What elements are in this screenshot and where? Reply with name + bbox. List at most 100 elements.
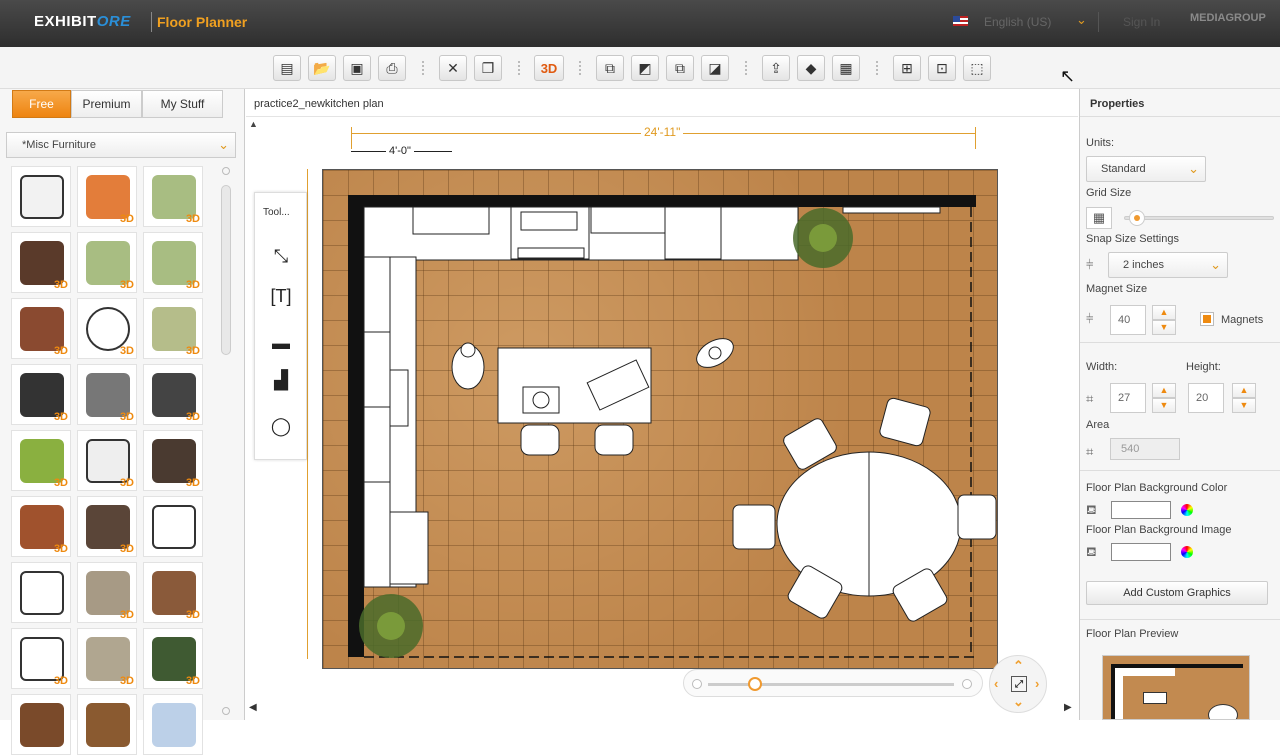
text-tool-button[interactable]: [T]: [263, 281, 299, 311]
chevron-down-icon[interactable]: ⌄: [1076, 12, 1087, 28]
furniture-item[interactable]: [11, 694, 71, 755]
send-to-back-button[interactable]: ◪: [701, 55, 729, 81]
increment-icon[interactable]: ▲: [1152, 383, 1176, 398]
pan-down-icon[interactable]: ⌄: [1013, 694, 1024, 710]
magnet-size-input[interactable]: 40: [1110, 305, 1146, 335]
wall-tool-button[interactable]: ▬: [263, 328, 299, 358]
width-input[interactable]: 27: [1110, 383, 1146, 413]
furniture-item[interactable]: 3D: [77, 628, 137, 689]
send-backward-button[interactable]: ⧉: [666, 55, 694, 81]
scroll-left-icon[interactable]: ◀: [249, 702, 257, 713]
height-stepper[interactable]: ▲ ▼: [1232, 383, 1256, 413]
furniture-item[interactable]: [11, 562, 71, 623]
decrement-icon[interactable]: ▼: [1152, 320, 1176, 335]
bring-forward-button[interactable]: ◩: [631, 55, 659, 81]
furniture-item[interactable]: 3D: [11, 364, 71, 425]
exhibitore-logo[interactable]: EXHIBITORE: [34, 13, 131, 30]
units-dropdown[interactable]: Standard ⌄: [1086, 156, 1206, 182]
furniture-item[interactable]: [11, 166, 71, 227]
decrement-icon[interactable]: ▼: [1152, 398, 1176, 413]
furniture-item[interactable]: 3D: [77, 364, 137, 425]
furniture-item[interactable]: 3D: [143, 298, 203, 359]
zoom-out-icon[interactable]: [692, 679, 702, 689]
kitchen-island[interactable]: [497, 347, 652, 424]
floor-plan-preview[interactable]: [1102, 655, 1250, 720]
open-button[interactable]: 📂: [308, 55, 336, 81]
kitchen-counter-left[interactable]: [363, 256, 429, 588]
tab-premium[interactable]: Premium: [71, 90, 142, 118]
scroll-right-icon[interactable]: ▶: [1064, 702, 1072, 713]
furniture-item[interactable]: 3D: [143, 430, 203, 491]
language-selector[interactable]: English (US): [984, 15, 1051, 29]
plant-bottom[interactable]: [359, 594, 423, 658]
furniture-item[interactable]: [143, 496, 203, 557]
scroll-down-icon[interactable]: [222, 707, 230, 715]
width-stepper[interactable]: ▲ ▼: [1152, 383, 1176, 413]
bg-image-swatch[interactable]: [1111, 543, 1171, 561]
furniture-item[interactable]: 3D: [77, 496, 137, 557]
group-button[interactable]: ⊡: [928, 55, 956, 81]
select-button[interactable]: ⬚: [963, 55, 991, 81]
wall-top[interactable]: [348, 195, 976, 207]
delete-button[interactable]: ✕: [439, 55, 467, 81]
add-custom-graphics-button[interactable]: Add Custom Graphics: [1086, 581, 1268, 605]
share-button[interactable]: ⇪: [762, 55, 790, 81]
floor-plan-room[interactable]: [322, 169, 998, 669]
snap-size-dropdown[interactable]: 2 inches ⌄: [1108, 252, 1228, 278]
zoom-knob[interactable]: [748, 677, 762, 691]
pan-up-icon[interactable]: ⌃: [1013, 658, 1024, 674]
furniture-item[interactable]: 3D: [77, 562, 137, 623]
bar-stools[interactable]: [520, 424, 634, 456]
select-all-button[interactable]: ⊞: [893, 55, 921, 81]
furniture-item[interactable]: 3D: [11, 496, 71, 557]
tab-my-stuff[interactable]: My Stuff: [142, 90, 223, 118]
plant-top[interactable]: [793, 208, 853, 268]
furniture-item[interactable]: [77, 694, 137, 755]
furniture-item[interactable]: 3D: [77, 232, 137, 293]
furniture-item[interactable]: 3D: [143, 364, 203, 425]
furniture-item[interactable]: 3D: [143, 562, 203, 623]
calculator-button[interactable]: ▦: [832, 55, 860, 81]
fit-view-icon[interactable]: ⤢: [1011, 676, 1027, 692]
height-input[interactable]: 20: [1188, 383, 1224, 413]
furniture-item[interactable]: 3D: [11, 232, 71, 293]
furniture-item[interactable]: [143, 694, 203, 755]
zoom-slider[interactable]: [683, 669, 983, 697]
bring-to-front-button[interactable]: ⧉: [596, 55, 624, 81]
magnets-checkbox[interactable]: [1200, 312, 1214, 326]
sign-in-link[interactable]: Sign In: [1123, 15, 1160, 29]
room-tool-button[interactable]: ▟: [263, 365, 299, 395]
kitchen-counter-top[interactable]: [363, 206, 941, 312]
furniture-item[interactable]: 3D: [11, 298, 71, 359]
furniture-item[interactable]: 3D: [143, 166, 203, 227]
furniture-item[interactable]: 3D: [77, 430, 137, 491]
layers-button[interactable]: ◆: [797, 55, 825, 81]
pan-left-icon[interactable]: ‹: [994, 676, 998, 691]
zoom-track[interactable]: [708, 683, 954, 686]
furniture-item[interactable]: 3D: [143, 232, 203, 293]
zoom-in-icon[interactable]: [962, 679, 972, 689]
tab-free[interactable]: Free: [12, 90, 71, 118]
floor-plan-canvas[interactable]: practice2_newkitchen plan ▲ 24'-11" 4'-0…: [246, 89, 1078, 720]
scroll-up-icon[interactable]: ▲: [249, 119, 258, 129]
save-button[interactable]: ▣: [343, 55, 371, 81]
color-wheel-icon[interactable]: [1181, 504, 1193, 516]
color-wheel-icon[interactable]: [1181, 546, 1193, 558]
grid-size-knob[interactable]: [1129, 210, 1145, 226]
increment-icon[interactable]: ▲: [1232, 383, 1256, 398]
bg-color-swatch[interactable]: [1111, 501, 1171, 519]
furniture-item[interactable]: 3D: [143, 628, 203, 689]
category-dropdown[interactable]: *Misc Furniture ⌄: [6, 132, 236, 158]
scroll-thumb[interactable]: [221, 185, 231, 355]
pan-right-icon[interactable]: ›: [1035, 676, 1039, 691]
shape-tool-button[interactable]: ◯: [263, 411, 299, 441]
furniture-item[interactable]: 3D: [77, 298, 137, 359]
pan-navigator[interactable]: ⌃ ‹ › ⌄ ⤢: [989, 655, 1047, 713]
new-document-button[interactable]: ▤: [273, 55, 301, 81]
scroll-up-icon[interactable]: [222, 167, 230, 175]
magnet-size-stepper[interactable]: ▲ ▼: [1152, 305, 1176, 335]
furniture-item[interactable]: 3D: [11, 430, 71, 491]
library-scrollbar[interactable]: [219, 167, 233, 720]
3d-view-button[interactable]: 3D: [534, 55, 564, 81]
wall-left[interactable]: [348, 195, 364, 657]
